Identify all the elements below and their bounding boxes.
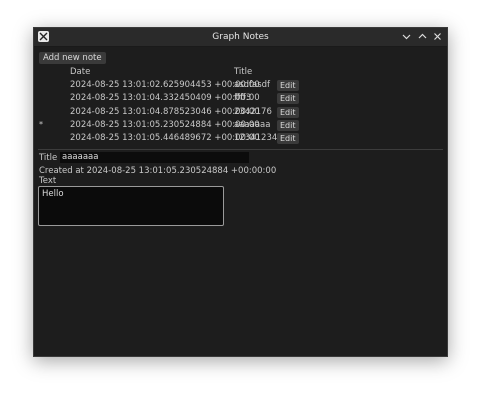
text-label: Text [39,176,57,186]
column-header-title: Title [234,67,253,77]
add-note-button[interactable]: Add new note [39,52,106,64]
title-bar[interactable]: Graph Notes [34,28,447,47]
row-title: asdfasdf [234,80,271,90]
row-date: 2024-08-25 13:01:04.332450409 +00:00:00 [70,93,260,103]
edit-button[interactable]: Edit [277,120,299,131]
row-date: 2024-08-25 13:01:05.446489672 +00:00:00 [70,133,260,143]
edit-button[interactable]: Edit [277,107,299,118]
edit-button[interactable]: Edit [277,93,299,104]
created-at-text: Created at 2024-08-25 13:01:05.230524884… [39,166,277,176]
row-title: aaaaaaa [234,120,271,130]
selected-row-marker: * [39,120,43,129]
title-input[interactable]: aaaaaaa [60,152,249,163]
edit-button[interactable]: Edit [277,133,299,144]
row-title: 12341234 [234,133,278,143]
column-header-date: Date [70,67,91,77]
title-label: Title [39,153,58,163]
row-date: 2024-08-25 13:01:05.230524884 +00:00:00 [70,120,260,130]
close-icon [434,33,441,40]
edit-button[interactable]: Edit [277,80,299,91]
row-title: 2342176 [234,107,272,117]
window-title: Graph Notes [212,32,269,42]
app-window: Graph Notes Add new note Date Title 2024… [33,27,448,357]
close-button[interactable] [432,31,443,42]
maximize-button[interactable] [417,31,428,42]
chevron-down-icon [402,34,411,40]
chevron-up-icon [418,33,427,39]
note-text-area[interactable]: Hello [38,186,224,226]
row-title: ffff3 [234,93,252,103]
divider [38,149,443,150]
row-date: 2024-08-25 13:01:04.878523046 +00:00:00 [70,107,260,117]
row-date: 2024-08-25 13:01:02.625904453 +00:00:00 [70,80,260,90]
minimize-button[interactable] [401,31,412,42]
